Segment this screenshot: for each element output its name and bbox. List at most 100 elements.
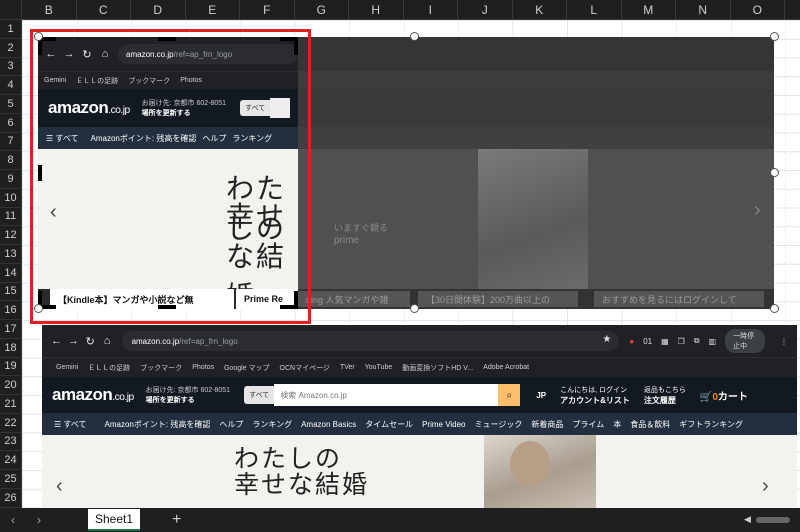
column-header[interactable]: K (513, 0, 567, 20)
nav-item[interactable]: Amazonポイント: 残高を確認 (105, 419, 211, 430)
column-header[interactable]: H (349, 0, 404, 20)
prev-arrow-icon[interactable]: ‹ (56, 475, 63, 498)
sheet-prev-icon[interactable]: ‹ (0, 513, 26, 527)
resize-handle[interactable] (770, 304, 779, 313)
row-header[interactable]: 12 (0, 226, 21, 245)
row-header[interactable]: 6 (0, 114, 21, 133)
reload-icon[interactable]: ↻ (82, 335, 99, 348)
nav-item[interactable]: Amazon Basics (301, 420, 356, 429)
row-header[interactable]: 20 (0, 376, 21, 395)
nav-menu-all[interactable]: ☰ すべて (54, 419, 96, 430)
search-icon[interactable]: ⌕ (498, 384, 521, 406)
side-panel-icon[interactable]: ▥ (709, 337, 717, 346)
nav-item[interactable]: Prime Video (422, 420, 465, 429)
row-header[interactable]: 14 (0, 264, 21, 283)
bookmark-item[interactable]: Adobe Acrobat (483, 364, 529, 371)
row-header[interactable]: 15 (0, 283, 21, 302)
sheet-next-icon[interactable]: › (26, 513, 52, 527)
column-header[interactable]: C (77, 0, 131, 20)
row-header[interactable]: 7 (0, 133, 21, 152)
menu-dots-icon[interactable]: ⋮ (780, 337, 788, 346)
nav-item[interactable]: 食品＆飲料 (630, 419, 670, 430)
column-header[interactable]: N (676, 0, 731, 20)
row-header[interactable]: 1 (0, 20, 21, 39)
faded-pasted-image[interactable]: いますぐ観る prime › ding 人気マンガや雑 【30日間体験】200万… (298, 37, 774, 309)
row-header[interactable]: 13 (0, 245, 21, 264)
select-all-corner[interactable] (0, 0, 22, 20)
hero-banner[interactable]: わたしの 幸せな結婚 ‹ › (42, 435, 797, 508)
bookmark-item[interactable]: TVer (340, 364, 355, 371)
bookmark-item[interactable]: Photos (192, 364, 214, 371)
horizontal-scrollbar[interactable] (756, 517, 790, 523)
column-header[interactable]: I (404, 0, 458, 20)
nav-item[interactable]: ランキング (252, 419, 292, 430)
bookmark-item[interactable]: ブックマーク (140, 363, 182, 373)
deliver-to[interactable]: お届け先: 京都市 602-8051 場所を更新する (146, 385, 230, 405)
back-icon[interactable]: ← (48, 335, 65, 347)
add-sheet-button[interactable]: + (172, 511, 181, 529)
full-screenshot[interactable]: ← → ↻ ⌂ amazon.co.jp/ref=ap_frn_logo ★ ●… (42, 325, 797, 508)
category-dropdown[interactable]: すべて (244, 386, 275, 404)
column-header[interactable]: F (240, 0, 295, 20)
row-header[interactable]: 4 (0, 76, 21, 95)
nav-item[interactable]: プライム (572, 419, 604, 430)
row-header[interactable]: 3 (0, 58, 21, 77)
resize-handle[interactable] (410, 32, 419, 41)
next-arrow-icon[interactable]: › (762, 475, 769, 498)
bookmark-item[interactable]: Google マップ (224, 363, 270, 373)
column-header[interactable]: D (131, 0, 186, 20)
extension-badge[interactable]: 01 (643, 337, 652, 346)
nav-item[interactable]: ヘルプ (219, 419, 243, 430)
resize-handle[interactable] (34, 304, 43, 313)
resize-handle[interactable] (410, 304, 419, 313)
row-header[interactable]: 24 (0, 451, 21, 470)
row-header[interactable]: 19 (0, 358, 21, 377)
puzzle-icon[interactable]: ⧉ (694, 336, 700, 346)
row-header[interactable]: 5 (0, 95, 21, 114)
column-header[interactable]: E (186, 0, 240, 20)
row-header[interactable]: 2 (0, 39, 21, 58)
row-header[interactable]: 9 (0, 170, 21, 189)
row-header[interactable]: 16 (0, 301, 21, 320)
bookmark-star-icon[interactable]: ★ (602, 334, 611, 345)
row-header[interactable]: 18 (0, 339, 21, 358)
nav-item[interactable]: 新着商品 (531, 419, 563, 430)
extension-icon[interactable]: ❒ (678, 337, 685, 346)
row-header[interactable]: 21 (0, 395, 21, 414)
home-icon[interactable]: ⌂ (99, 335, 116, 347)
row-header[interactable]: 8 (0, 151, 21, 170)
bookmark-item[interactable]: ＥＬＬの足跡 (88, 363, 130, 373)
column-header[interactable]: M (622, 0, 676, 20)
nav-item[interactable]: ギフトランキング (679, 419, 743, 430)
search-input[interactable]: 検索 Amazon.co.jp (274, 384, 499, 406)
row-header[interactable]: 10 (0, 189, 21, 208)
row-header[interactable]: 22 (0, 414, 21, 433)
row-header[interactable]: 26 (0, 489, 21, 508)
cart-button[interactable]: 🛒0カート (700, 388, 748, 403)
row-header[interactable]: 17 (0, 320, 21, 339)
nav-item[interactable]: タイムセール (365, 419, 413, 430)
bookmark-item[interactable]: Gemini (56, 364, 78, 371)
extension-icon[interactable]: ▦ (661, 337, 669, 346)
row-header[interactable]: 11 (0, 208, 21, 227)
resize-handle[interactable] (34, 32, 43, 41)
row-header[interactable]: 23 (0, 433, 21, 452)
resize-handle[interactable] (770, 168, 779, 177)
column-header[interactable]: G (295, 0, 349, 20)
address-bar[interactable]: amazon.co.jp/ref=ap_frn_logo ★ (121, 331, 620, 351)
resize-handle[interactable] (770, 32, 779, 41)
nav-item[interactable]: 本 (613, 419, 621, 430)
column-header[interactable]: J (458, 0, 513, 20)
bookmark-item[interactable]: OCNマイページ (280, 363, 330, 373)
orders-link[interactable]: 返品もこちら 注文履歴 (644, 385, 686, 406)
column-header[interactable]: O (731, 0, 785, 20)
row-header[interactable]: 25 (0, 470, 21, 489)
scroll-left-icon[interactable]: ◀ (744, 514, 751, 525)
language-selector[interactable]: JP (536, 391, 546, 400)
column-header[interactable]: L (567, 0, 622, 20)
account-menu[interactable]: こんにちは, ログイン アカウント&リスト (560, 385, 630, 406)
extension-icon[interactable]: ● (629, 337, 634, 346)
bookmark-item[interactable]: YouTube (365, 364, 393, 371)
forward-icon[interactable]: → (65, 335, 82, 347)
bookmark-item[interactable]: 動画変換ソフトHD V... (402, 363, 473, 373)
